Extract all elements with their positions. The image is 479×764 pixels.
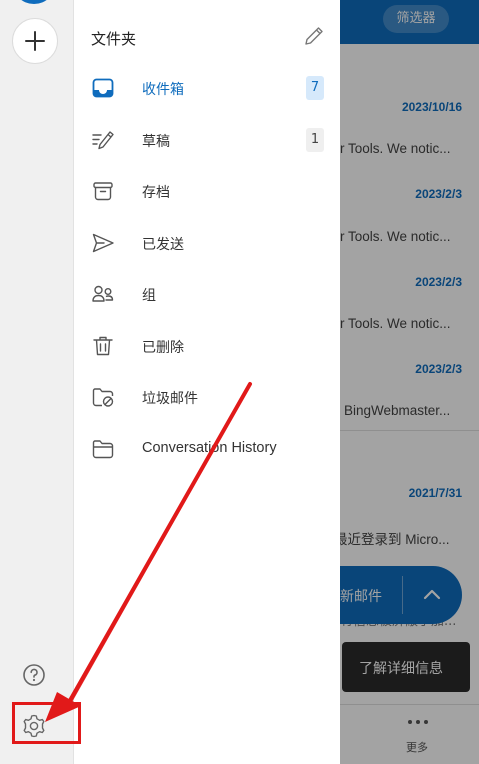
question-circle-icon[interactable] <box>22 663 46 687</box>
group-icon <box>92 285 114 302</box>
folder-label: 垃圾邮件 <box>142 391 198 407</box>
folder-label: 草稿 <box>142 133 170 150</box>
junk-folder-icon <box>92 388 114 407</box>
folders-drawer: 文件夹 收件箱 7 草稿 1 存档 已发送 组 已删除 垃圾邮件 Convers… <box>74 0 340 764</box>
folder-item-junk[interactable]: 垃圾邮件 <box>74 372 340 424</box>
pencil-icon[interactable] <box>302 24 326 48</box>
folder-label: 收件箱 <box>142 82 184 98</box>
drawer-header: 文件夹 <box>74 0 340 60</box>
folder-label: Conversation History <box>142 439 277 456</box>
folder-item-inbox[interactable]: 收件箱 7 <box>74 63 340 115</box>
folder-item-conversation-history[interactable]: Conversation History <box>74 424 340 476</box>
settings-highlight-box <box>12 702 81 744</box>
folder-label: 已删除 <box>142 339 184 356</box>
trash-icon <box>93 336 113 355</box>
scrim-overlay[interactable] <box>340 0 479 764</box>
folder-label: 已发送 <box>142 236 184 253</box>
inbox-icon <box>92 78 114 98</box>
folder-item-archive[interactable]: 存档 <box>74 166 340 218</box>
folder-item-groups[interactable]: 组 <box>74 269 340 321</box>
account-avatar[interactable] <box>12 0 56 4</box>
archive-icon <box>93 182 113 201</box>
folder-icon <box>92 439 114 458</box>
folder-item-sent[interactable]: 已发送 <box>74 218 340 270</box>
folder-label: 组 <box>142 288 156 304</box>
send-icon <box>92 233 114 252</box>
mail-list-background: 筛选器 2023/10/16 r Tools. We notic... 2023… <box>340 0 479 764</box>
folder-label: 存档 <box>142 185 170 201</box>
drafts-icon <box>92 130 114 149</box>
draft-count-badge: 1 <box>306 127 324 152</box>
drawer-title: 文件夹 <box>91 30 137 48</box>
left-rail <box>0 0 74 764</box>
plus-icon <box>25 31 45 51</box>
add-account-button[interactable] <box>12 18 58 64</box>
folder-list: 收件箱 7 草稿 1 存档 已发送 组 已删除 垃圾邮件 Conversatio… <box>74 63 340 475</box>
unread-count-badge: 7 <box>306 76 324 100</box>
folder-item-drafts[interactable]: 草稿 1 <box>74 115 340 167</box>
folder-item-deleted[interactable]: 已删除 <box>74 321 340 373</box>
